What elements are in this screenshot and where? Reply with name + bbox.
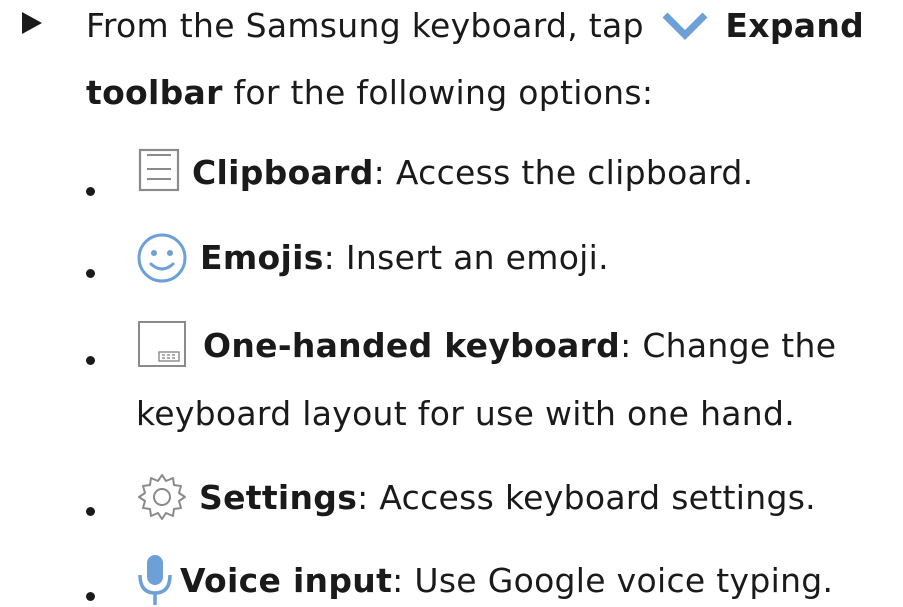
option-desc: : Insert an emoji. <box>323 238 609 277</box>
option-name: One-handed keyboard <box>203 326 621 365</box>
bullet <box>86 356 95 365</box>
option-desc: : Access keyboard settings. <box>357 478 816 517</box>
expand-label: Expand <box>725 6 865 45</box>
chevron-down-icon <box>662 12 708 40</box>
gear-icon <box>138 474 186 520</box>
one-handed-keyboard-icon <box>138 321 186 367</box>
option-desc: : Change the <box>620 326 837 365</box>
emoji-icon <box>137 233 187 283</box>
option-voice-input: Voice input: Use Google voice typing. <box>180 561 833 601</box>
step-text-line-2: toolbar for the following options: <box>86 73 653 113</box>
option-clipboard: Clipboard: Access the clipboard. <box>192 153 753 193</box>
option-desc-cont: keyboard layout for use with one hand. <box>136 394 796 433</box>
bullet <box>86 507 95 516</box>
option-name: Voice input <box>180 561 393 600</box>
clipboard-icon <box>138 148 180 192</box>
option-emojis: Emojis: Insert an emoji. <box>200 238 609 278</box>
option-name: Settings <box>199 478 358 517</box>
bullet <box>86 592 95 601</box>
step-suffix: for the following options: <box>222 73 654 112</box>
option-one-handed-keyboard: One-handed keyboard: Change the <box>203 326 836 366</box>
step-arrow-icon <box>22 12 42 34</box>
option-desc: : Access the clipboard. <box>373 153 754 192</box>
option-name: Emojis <box>200 238 324 277</box>
option-name: Clipboard <box>192 153 374 192</box>
option-settings: Settings: Access keyboard settings. <box>199 478 816 518</box>
step-text-line-1: From the Samsung keyboard, tap Expand <box>86 6 864 46</box>
microphone-icon <box>138 555 172 605</box>
help-page: From the Samsung keyboard, tap Expand to… <box>0 0 903 607</box>
bullet <box>86 269 95 278</box>
option-one-handed-keyboard-cont: keyboard layout for use with one hand. <box>136 394 795 434</box>
toolbar-label: toolbar <box>86 73 223 112</box>
step-prefix: From the Samsung keyboard, tap <box>86 6 644 45</box>
bullet <box>86 187 95 196</box>
option-desc: : Use Google voice typing. <box>392 561 834 600</box>
